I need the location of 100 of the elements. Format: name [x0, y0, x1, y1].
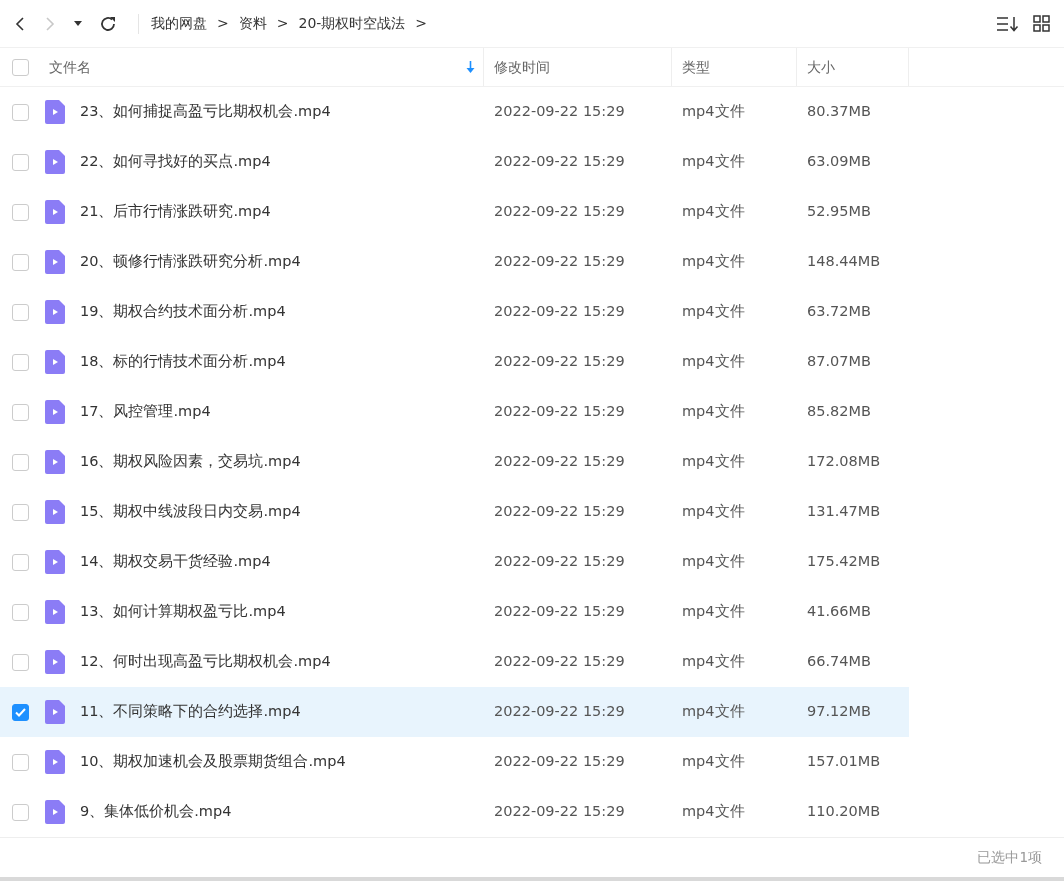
checkbox[interactable] — [12, 753, 29, 771]
video-file-icon — [45, 100, 65, 124]
file-size: 175.42MB — [807, 553, 881, 570]
file-name[interactable]: 17、风控管理.mp4 — [80, 401, 211, 423]
modified-time: 2022-09-22 15:29 — [494, 503, 625, 520]
file-name[interactable]: 9、集体低价机会.mp4 — [80, 801, 232, 823]
modified-time: 2022-09-22 15:29 — [494, 603, 625, 620]
refresh-button[interactable] — [100, 15, 116, 32]
caret-button[interactable] — [74, 21, 82, 26]
checkbox[interactable] — [12, 653, 29, 671]
checkbox[interactable] — [12, 603, 29, 621]
checkbox[interactable] — [12, 153, 29, 171]
checkbox[interactable] — [12, 703, 29, 721]
video-file-icon — [45, 350, 65, 374]
checkbox[interactable] — [12, 203, 29, 221]
sort-button[interactable] — [997, 15, 1019, 32]
checkbox[interactable] — [12, 303, 29, 321]
file-type: mp4文件 — [682, 753, 745, 770]
file-name[interactable]: 10、期权加速机会及股票期货组合.mp4 — [80, 751, 346, 773]
file-name[interactable]: 20、顿修行情涨跌研究分析.mp4 — [80, 251, 301, 273]
file-name[interactable]: 22、如何寻找好的买点.mp4 — [80, 151, 271, 173]
checkbox[interactable] — [12, 353, 29, 371]
file-size: 63.72MB — [807, 303, 871, 320]
file-name[interactable]: 16、期权风险因素，交易坑.mp4 — [80, 451, 301, 473]
column-header[interactable]: 修改时间 — [494, 56, 671, 78]
file-size: 63.09MB — [807, 153, 871, 170]
modified-time: 2022-09-22 15:29 — [494, 703, 625, 720]
video-file-icon — [45, 750, 65, 774]
modified-time: 2022-09-22 15:29 — [494, 753, 625, 770]
breadcrumb-separator: > — [217, 14, 229, 33]
file-name[interactable]: 15、期权中线波段日内交易.mp4 — [80, 501, 301, 523]
video-file-icon — [45, 400, 65, 424]
selection-count: 已选中1项 — [977, 848, 1042, 868]
checkbox[interactable] — [12, 253, 29, 271]
column-header[interactable]: 类型 — [682, 56, 796, 78]
modified-time: 2022-09-22 15:29 — [494, 253, 625, 270]
video-file-icon — [45, 650, 65, 674]
modified-time: 2022-09-22 15:29 — [494, 403, 625, 420]
modified-time: 2022-09-22 15:29 — [494, 353, 625, 370]
video-file-icon — [45, 600, 65, 624]
file-size: 41.66MB — [807, 603, 871, 620]
breadcrumb-link[interactable]: 资料 — [238, 13, 267, 34]
breadcrumb-separator: > — [276, 14, 289, 33]
file-name[interactable]: 19、期权合约技术面分析.mp4 — [80, 301, 286, 323]
file-name[interactable]: 13、如何计算期权盈亏比.mp4 — [80, 601, 286, 623]
file-size: 85.82MB — [807, 403, 871, 420]
video-file-icon — [45, 150, 65, 174]
checkbox[interactable] — [12, 403, 29, 421]
file-name[interactable]: 14、期权交易干货经验.mp4 — [80, 551, 271, 573]
file-name[interactable]: 11、不同策略下的合约选择.mp4 — [80, 701, 301, 723]
modified-time: 2022-09-22 15:29 — [494, 103, 625, 120]
video-file-icon — [45, 550, 65, 574]
file-type: mp4文件 — [682, 503, 745, 520]
file-type: mp4文件 — [682, 703, 745, 720]
back-button[interactable] — [14, 15, 26, 32]
video-file-icon — [45, 800, 65, 824]
file-size: 131.47MB — [807, 503, 881, 520]
modified-time: 2022-09-22 15:29 — [494, 153, 625, 170]
file-name[interactable]: 21、后市行情涨跌研究.mp4 — [80, 201, 271, 223]
file-size: 148.44MB — [807, 253, 881, 270]
video-file-icon — [45, 450, 65, 474]
file-type: mp4文件 — [682, 203, 745, 220]
file-type: mp4文件 — [682, 553, 745, 570]
file-type: mp4文件 — [682, 403, 745, 420]
checkbox[interactable] — [12, 103, 29, 121]
file-type: mp4文件 — [682, 453, 745, 470]
breadcrumb-link[interactable]: 20-期权时空战法 — [298, 13, 406, 34]
file-size: 172.08MB — [807, 453, 881, 470]
file-type: mp4文件 — [682, 103, 745, 120]
file-size: 87.07MB — [807, 353, 871, 370]
file-size: 66.74MB — [807, 653, 871, 670]
modified-time: 2022-09-22 15:29 — [494, 203, 625, 220]
column-header[interactable]: 文件名 — [49, 56, 475, 78]
file-size: 157.01MB — [807, 753, 881, 770]
file-size: 52.95MB — [807, 203, 871, 220]
video-file-icon — [45, 200, 65, 224]
file-name[interactable]: 18、标的行情技术面分析.mp4 — [80, 351, 286, 373]
file-name[interactable]: 23、如何捕捉高盈亏比期权机会.mp4 — [80, 101, 331, 123]
file-type: mp4文件 — [682, 353, 745, 370]
modified-time: 2022-09-22 15:29 — [494, 303, 625, 320]
file-type: mp4文件 — [682, 253, 745, 270]
checkmark-icon — [15, 707, 26, 717]
checkbox[interactable] — [12, 553, 29, 571]
file-type: mp4文件 — [682, 303, 745, 320]
file-type: mp4文件 — [682, 803, 745, 820]
file-type: mp4文件 — [682, 603, 745, 620]
video-file-icon — [45, 250, 65, 274]
column-header[interactable]: 大小 — [807, 56, 908, 78]
checkbox[interactable] — [12, 803, 29, 821]
grid-view-button[interactable] — [1033, 15, 1050, 32]
file-size: 80.37MB — [807, 103, 871, 120]
video-file-icon — [45, 300, 65, 324]
modified-time: 2022-09-22 15:29 — [494, 803, 625, 820]
modified-time: 2022-09-22 15:29 — [494, 453, 625, 470]
checkbox[interactable] — [12, 58, 29, 76]
breadcrumb-link[interactable]: 我的网盘 — [151, 13, 207, 34]
video-file-icon — [45, 500, 65, 524]
checkbox[interactable] — [12, 453, 29, 471]
checkbox[interactable] — [12, 503, 29, 521]
file-name[interactable]: 12、何时出现高盈亏比期权机会.mp4 — [80, 651, 331, 673]
